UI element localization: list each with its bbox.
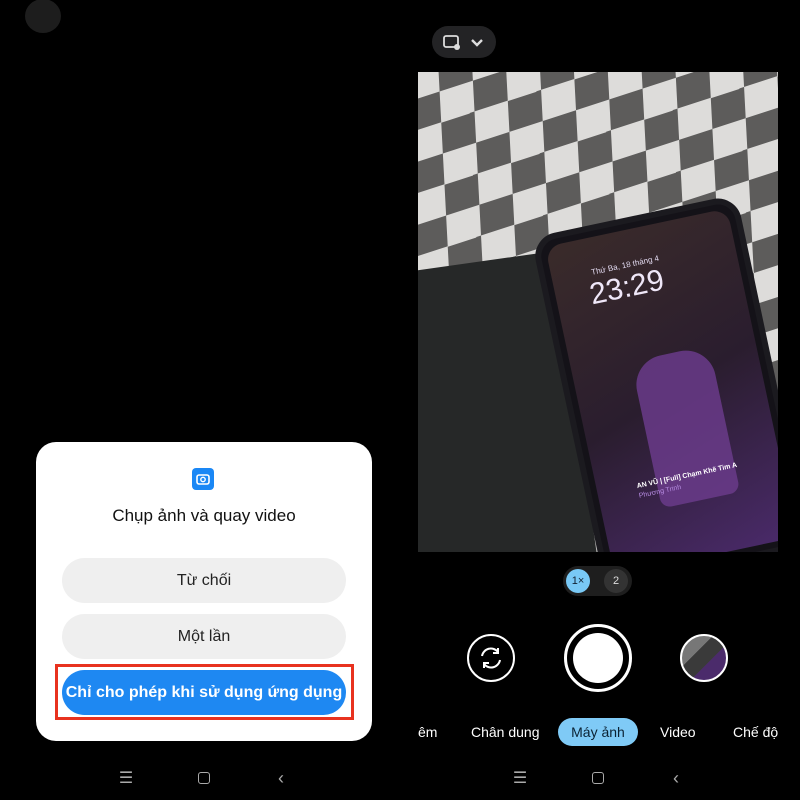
permission-dialog: Chụp ảnh và quay video Từ chối Một lần C… bbox=[36, 442, 372, 741]
gallery-thumbnail[interactable] bbox=[680, 634, 728, 682]
shutter-button[interactable] bbox=[564, 624, 632, 692]
mode-photo[interactable]: Máy ảnh bbox=[558, 718, 638, 746]
camera-icon bbox=[192, 468, 214, 490]
dialog-title: Chụp ảnh và quay video bbox=[112, 506, 296, 525]
back-icon[interactable]: ‹ bbox=[666, 768, 686, 788]
zoom-2x[interactable]: 2 bbox=[604, 569, 628, 593]
menu-icon[interactable]: ☰ bbox=[510, 768, 530, 788]
front-camera-cutout bbox=[25, 0, 61, 33]
flip-camera-icon bbox=[481, 647, 501, 669]
menu-icon[interactable]: ☰ bbox=[116, 768, 136, 788]
camera-settings-icon bbox=[443, 35, 483, 50]
zoom-selector: 1× 2 bbox=[563, 566, 632, 596]
mode-night[interactable]: êm bbox=[418, 724, 437, 740]
mode-more[interactable]: Chế độ bbox=[733, 724, 778, 740]
deny-button[interactable]: Từ chối bbox=[62, 558, 346, 603]
once-button[interactable]: Một lần bbox=[62, 614, 346, 659]
viewfinder[interactable]: Thứ Ba, 18 tháng 4 23:29 AN VŨ | [Full] … bbox=[418, 72, 778, 552]
chevron-down-icon bbox=[471, 39, 483, 47]
highlight-box bbox=[55, 664, 354, 720]
camera-settings-pill[interactable] bbox=[432, 26, 496, 58]
flip-camera-button[interactable] bbox=[467, 634, 515, 682]
mode-video[interactable]: Video bbox=[660, 724, 696, 740]
home-icon[interactable] bbox=[194, 768, 214, 788]
mode-portrait[interactable]: Chân dung bbox=[471, 724, 540, 740]
zoom-1x[interactable]: 1× bbox=[566, 569, 590, 593]
back-icon[interactable]: ‹ bbox=[271, 768, 291, 788]
home-icon[interactable] bbox=[588, 768, 608, 788]
